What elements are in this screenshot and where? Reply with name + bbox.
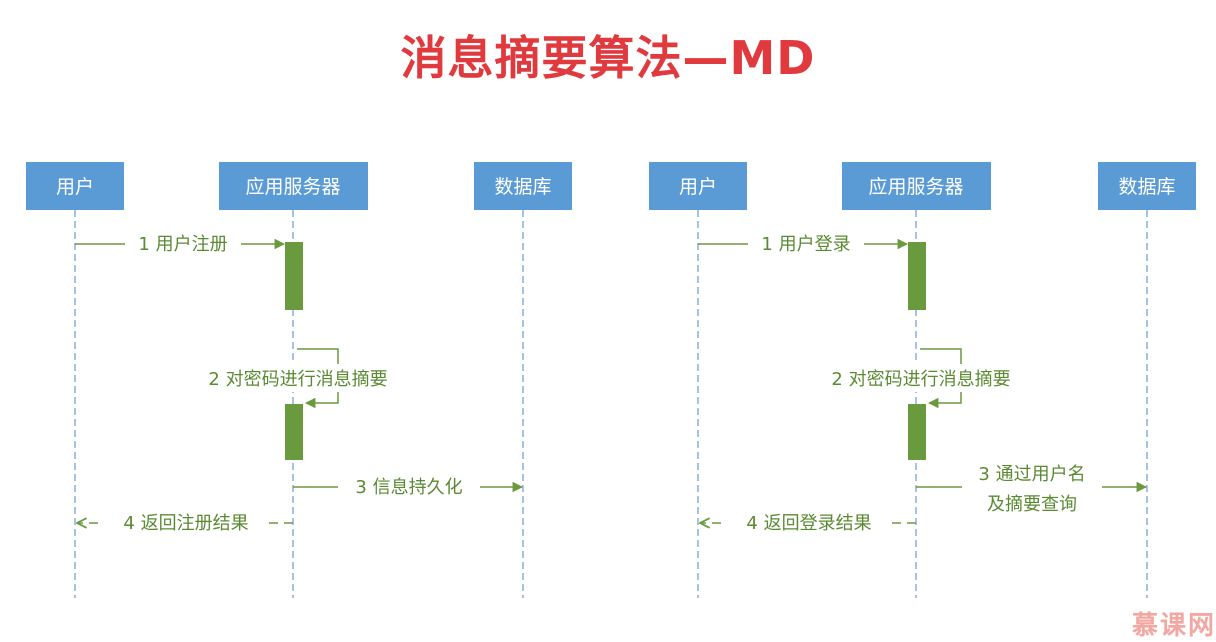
activation-bar — [285, 404, 303, 460]
actor-app-server: 应用服务器 — [219, 162, 368, 210]
actor-database-label: 数据库 — [1118, 176, 1175, 198]
actor-app-server: 应用服务器 — [842, 162, 991, 210]
actor-app-server-label: 应用服务器 — [868, 176, 963, 198]
actor-user-label: 用户 — [56, 176, 94, 198]
message-3-query: 3 通过用户名 及摘要查询 — [916, 458, 1148, 518]
message-label: 及摘要查询 — [987, 494, 1077, 515]
actor-user-label: 用户 — [679, 176, 717, 198]
message-2-digest: 2 对密码进行消息摘要 — [182, 348, 414, 409]
message-label: 4 返回注册结果 — [123, 513, 248, 534]
activation-bar — [285, 242, 303, 310]
actor-database: 数据库 — [1098, 162, 1196, 210]
message-label: 1 用户登录 — [761, 234, 850, 255]
activation-bar — [908, 404, 926, 460]
login-diagram: 用户 应用服务器 数据库 1 用户登录 2 对密码进行消息摘要 3 通过用户名 … — [649, 162, 1196, 598]
message-label: 4 返回登录结果 — [746, 513, 871, 534]
activation-bar — [908, 242, 926, 310]
actor-user: 用户 — [26, 162, 124, 210]
message-label: 3 信息持久化 — [355, 477, 462, 498]
register-diagram: 用户 应用服务器 数据库 1 用户注册 2 对密码进行消息摘要 3 信息持久化 … — [26, 162, 572, 598]
message-4-return: 4 返回注册结果 — [77, 509, 293, 535]
message-label: 1 用户注册 — [138, 234, 227, 255]
message-label: 2 对密码进行消息摘要 — [208, 369, 387, 390]
message-2-digest: 2 对密码进行消息摘要 — [805, 348, 1037, 409]
actor-user: 用户 — [649, 162, 747, 210]
message-4-return: 4 返回登录结果 — [700, 509, 916, 535]
actor-database-label: 数据库 — [494, 176, 551, 198]
message-label: 3 通过用户名 — [978, 464, 1085, 485]
message-3-persist: 3 信息持久化 — [293, 473, 524, 499]
watermark-logo: 慕课网 — [1131, 611, 1216, 641]
message-label: 2 对密码进行消息摘要 — [831, 369, 1010, 390]
message-1-login: 1 用户登录 — [698, 230, 909, 256]
message-1-register: 1 用户注册 — [75, 230, 286, 256]
actor-app-server-label: 应用服务器 — [245, 176, 340, 198]
sequence-diagrams: 用户 应用服务器 数据库 1 用户注册 2 对密码进行消息摘要 3 信息持久化 … — [26, 162, 1196, 598]
actor-database: 数据库 — [474, 162, 572, 210]
